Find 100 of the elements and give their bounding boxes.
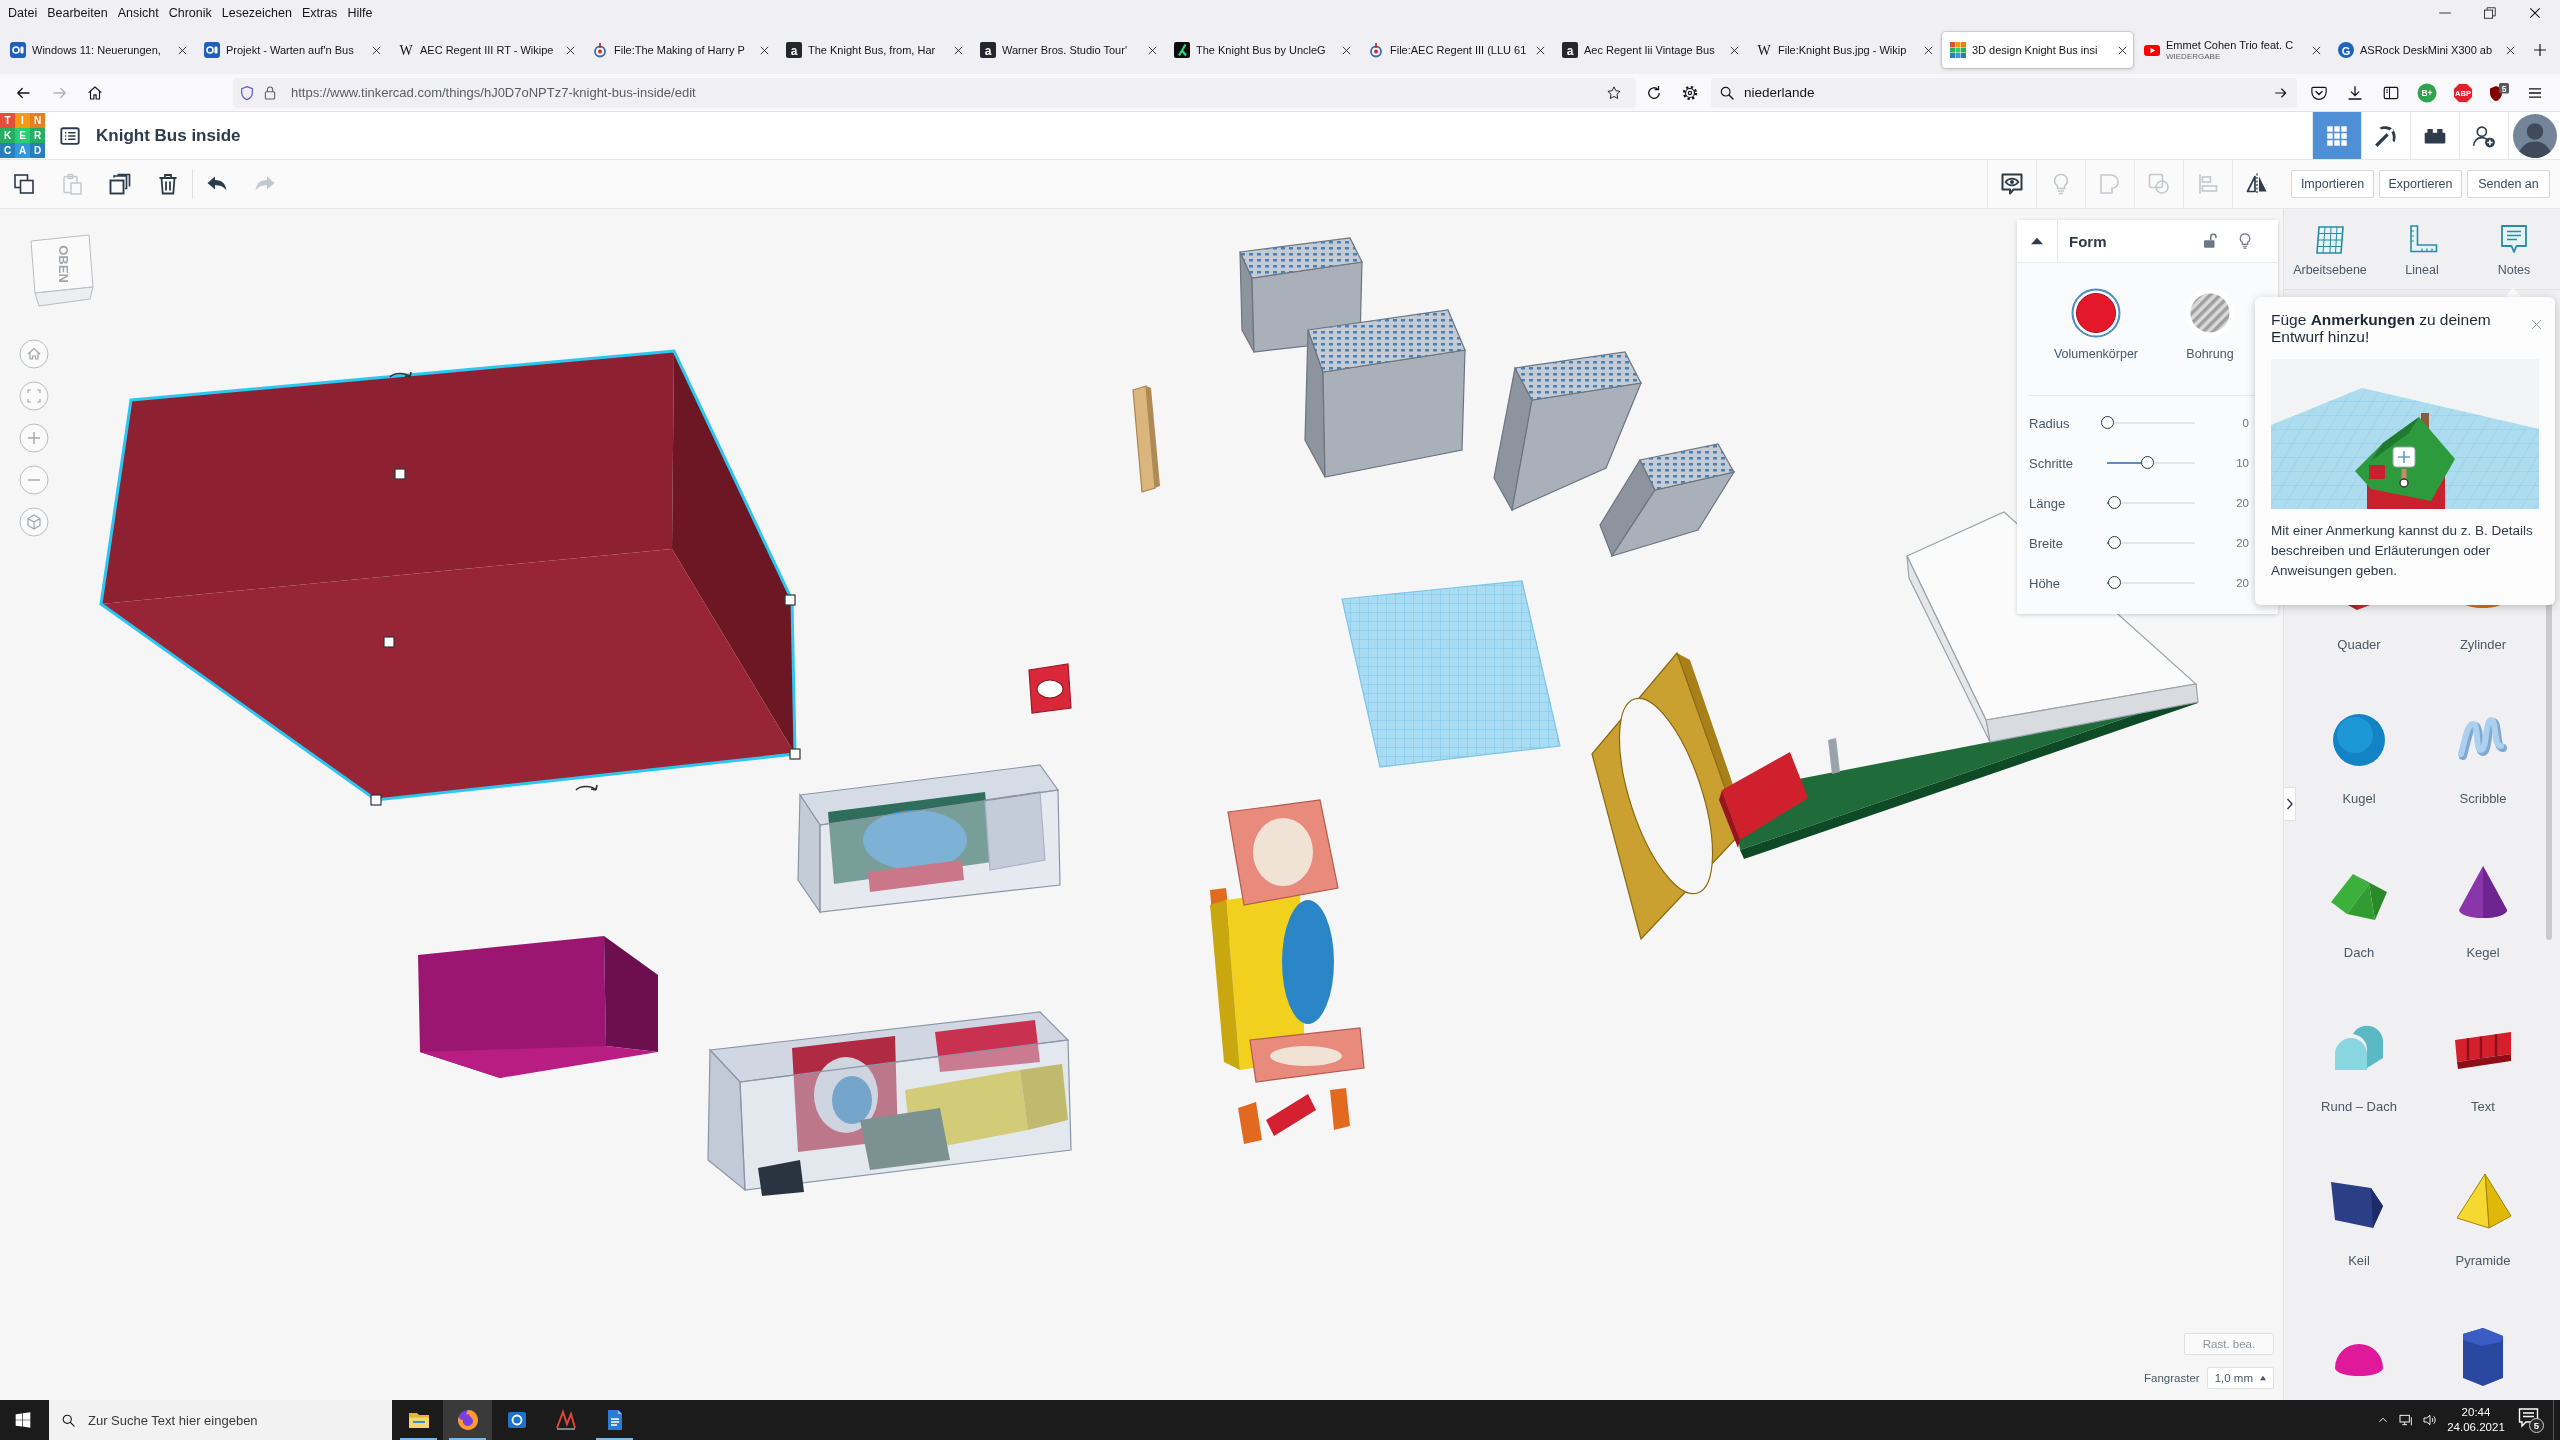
browser-tab[interactable]: Windows 11: Neuerungen,	[2, 32, 193, 68]
download-icon[interactable]	[2346, 83, 2364, 102]
slider-thumb[interactable]	[2108, 576, 2122, 589]
lock-icon[interactable]	[2201, 232, 2219, 250]
note-eye-icon[interactable]	[2000, 172, 2024, 196]
rotate-handle[interactable]	[575, 784, 598, 791]
shape-item[interactable]: Dach	[2297, 834, 2421, 988]
solid-option[interactable]: Volumenkörper	[2039, 288, 2153, 361]
resize-handle[interactable]	[789, 748, 801, 760]
duplicate-icon[interactable]	[108, 172, 132, 196]
workplane-button[interactable]: Arbeitsebene	[2284, 209, 2376, 289]
slider-label: Länge	[2029, 495, 2067, 511]
hole-option[interactable]: Bohrung	[2153, 288, 2267, 361]
slider-thumb[interactable]	[2108, 496, 2122, 509]
browser-tab[interactable]: W File:Knight Bus.jpg - Wikip	[1748, 32, 1939, 68]
logo-tile: I	[15, 113, 30, 128]
menu-item[interactable]: Ansicht	[112, 5, 164, 21]
settings-icon[interactable]	[1681, 83, 1699, 102]
tile-grid-icon	[1950, 42, 1966, 58]
close-icon[interactable]	[1729, 44, 1740, 56]
menu-item[interactable]: Extras	[296, 5, 343, 21]
close-icon[interactable]	[953, 44, 964, 56]
letter-icon: W	[398, 42, 414, 58]
shape-item[interactable]: Kugel	[2297, 680, 2421, 834]
action-button[interactable]: Senden an	[2467, 170, 2550, 198]
letter-tile-icon: a	[1562, 42, 1578, 58]
copy-icon[interactable]	[12, 172, 36, 196]
snap-dropdown[interactable]: 1,0 mm	[2206, 1367, 2274, 1389]
browser-tab[interactable]: Emmet Cohen Trio feat. C WIEDERGABE	[2136, 32, 2327, 68]
ring-tile-icon	[10, 42, 26, 58]
close-icon[interactable]	[177, 44, 188, 56]
close-icon[interactable]	[371, 44, 382, 56]
shape-item[interactable]: Text	[2421, 988, 2545, 1142]
resize-handle[interactable]	[394, 468, 406, 480]
slider-thumb[interactable]	[2108, 536, 2122, 549]
shape-item[interactable]: Scribble	[2421, 680, 2545, 834]
shape-item[interactable]: Pyramide	[2421, 1142, 2545, 1296]
close-icon[interactable]	[2117, 44, 2128, 56]
slider-thumb[interactable]	[2140, 456, 2154, 469]
close-icon[interactable]	[1535, 44, 1546, 56]
avatar-icon[interactable]	[2512, 113, 2557, 158]
notes-button[interactable]: Notes	[2468, 209, 2560, 289]
mirror-icon[interactable]	[2245, 172, 2269, 196]
taskbar-search-field[interactable]: Zur Suche Text hier eingeben	[49, 1400, 392, 1440]
snap-label: Fangraster	[2144, 1372, 2200, 1384]
action-button[interactable]: Importieren	[2291, 170, 2374, 198]
browser-tab[interactable]: a The Knight Bus, from, Har	[778, 32, 969, 68]
close-icon[interactable]	[2528, 6, 2542, 20]
shield-icon[interactable]	[239, 84, 255, 101]
play-icon	[2144, 42, 2160, 58]
slider-value: 10	[2235, 457, 2249, 469]
shape-item[interactable]: Kegel	[2421, 834, 2545, 988]
star-icon[interactable]	[1606, 84, 1622, 101]
start-icon[interactable]	[15, 1412, 31, 1428]
new-tab-icon[interactable]	[2532, 42, 2548, 58]
search-field[interactable]: niederlande	[1711, 77, 2297, 108]
close-icon[interactable]	[1341, 44, 1352, 56]
browser-tab[interactable]: Projekt - Warten auf'n Bus	[196, 32, 387, 68]
close-icon[interactable]	[759, 44, 770, 56]
close-icon[interactable]	[565, 44, 576, 56]
menu-item[interactable]: Hilfe	[342, 5, 378, 21]
browser-tab[interactable]: W AEC Regent III RT - Wikipe	[390, 32, 581, 68]
clock-date: 24.06.2021	[2447, 1420, 2505, 1435]
browser-tab[interactable]: a Aec Regent Iii Vintage Bus	[1554, 32, 1745, 68]
menu-item[interactable]: Chronik	[163, 5, 217, 21]
shape-item[interactable]: Keil	[2297, 1142, 2421, 1296]
browser-tab[interactable]: G ASRock DeskMini X300 ab	[2330, 32, 2521, 68]
letter-icon: W	[1756, 42, 1772, 58]
resize-handle[interactable]	[784, 594, 796, 606]
list-icon[interactable]	[59, 124, 81, 147]
slider-thumb[interactable]	[2100, 416, 2114, 429]
slider-label: Radius	[2029, 415, 2071, 431]
browser-tab[interactable]: File:The Making of Harry P	[584, 32, 775, 68]
browser-tab[interactable]: File:AEC Regent III (LLU 61	[1360, 32, 1551, 68]
network-icon[interactable]	[2398, 1412, 2414, 1428]
shape-item[interactable]: Rund – Dach	[2297, 988, 2421, 1142]
lock-icon[interactable]	[262, 84, 278, 101]
resize-handle[interactable]	[370, 794, 382, 806]
logo-tile: R	[30, 128, 45, 143]
close-icon[interactable]	[1923, 44, 1934, 56]
reload-icon[interactable]	[1645, 83, 1663, 102]
close-icon[interactable]	[1147, 44, 1158, 56]
browser-tab[interactable]: 3D design Knight Bus insi	[1942, 32, 2133, 68]
resize-handle[interactable]	[383, 636, 395, 648]
menu-item[interactable]: Bearbeiten	[42, 5, 113, 21]
browser-tab[interactable]: The Knight Bus by UncleG	[1166, 32, 1357, 68]
close-icon[interactable]	[2311, 44, 2322, 56]
volume-icon[interactable]	[2422, 1412, 2438, 1428]
action-button[interactable]: Exportieren	[2379, 170, 2462, 198]
collapse-tab[interactable]	[2284, 787, 2296, 821]
close-icon[interactable]	[2505, 44, 2516, 56]
taskbar-button[interactable]	[443, 1400, 492, 1440]
menu-item[interactable]: Datei	[3, 5, 43, 21]
rotate-handle[interactable]	[389, 371, 412, 378]
tooltip-title: Füge Anmerkungen zu deinem Entwurf hinzu!	[2271, 311, 2492, 345]
ruler-button[interactable]: Lineal	[2376, 209, 2468, 289]
restore-icon[interactable]	[2483, 6, 2497, 20]
url-field[interactable]: https://www.tinkercad.com/things/hJ0D7oNPTz7-knight-bus-inside/edit	[233, 77, 1636, 108]
browser-tab[interactable]: a Warner Bros. Studio Tour'	[972, 32, 1163, 68]
menu-item[interactable]: Lesezeichen	[216, 5, 297, 21]
